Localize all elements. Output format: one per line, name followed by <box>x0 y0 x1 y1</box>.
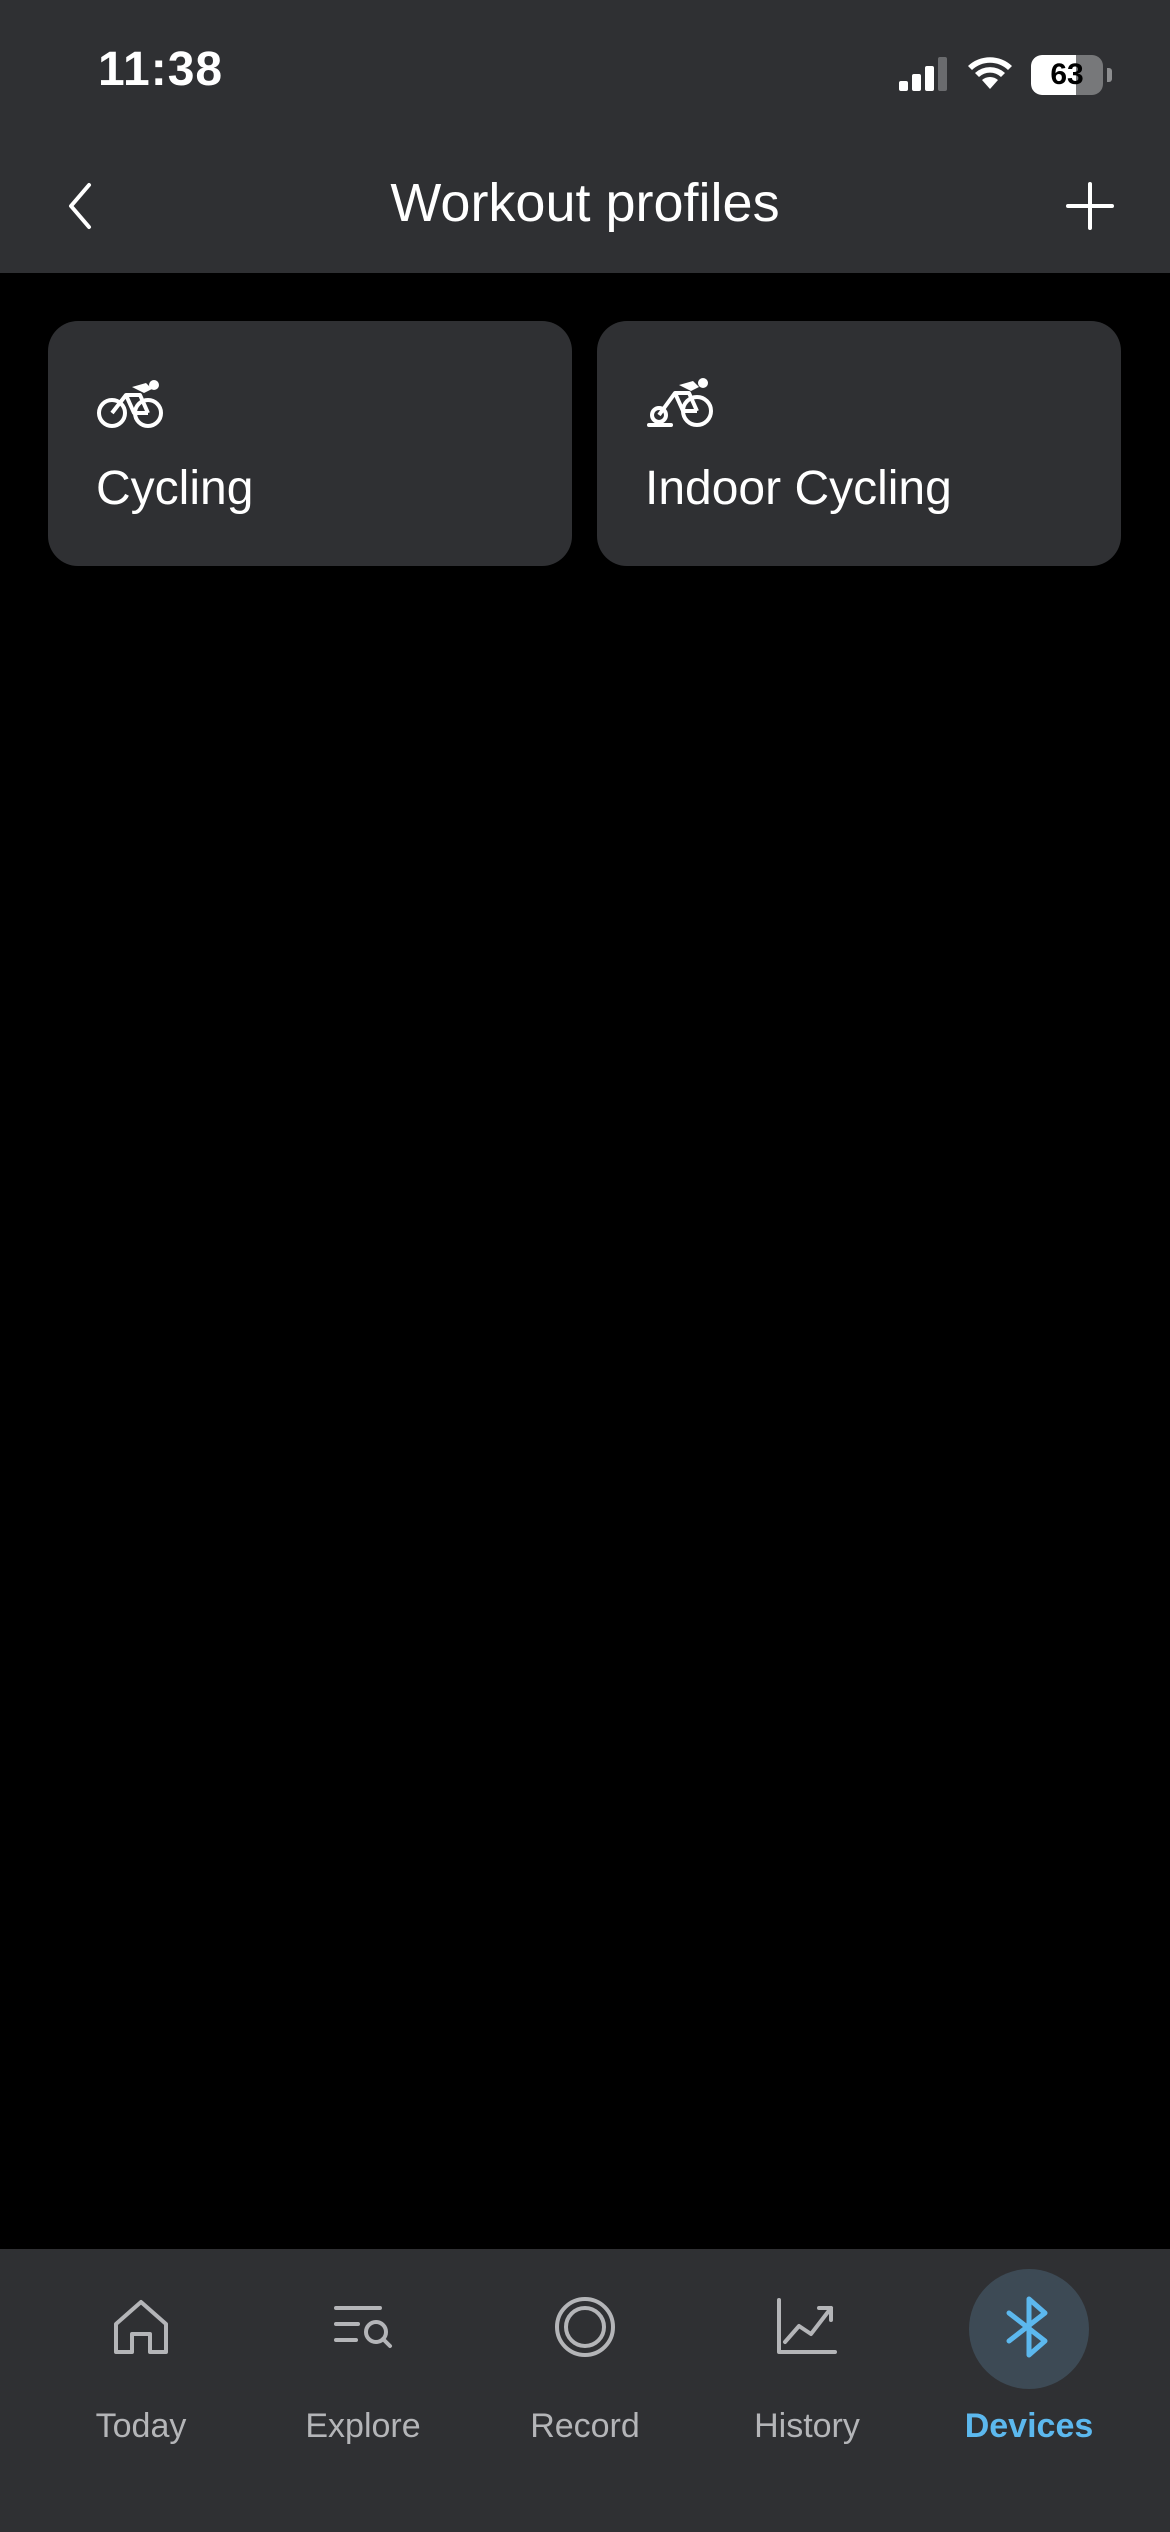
tab-today[interactable]: Today <box>30 2259 252 2459</box>
add-profile-button[interactable] <box>1050 168 1130 248</box>
tab-label: Explore <box>305 2407 421 2445</box>
cellular-signal-icon <box>899 55 949 96</box>
profile-card-indoor-cycling[interactable]: Indoor Cycling <box>597 321 1121 566</box>
profile-label: Cycling <box>96 462 254 515</box>
profile-label: Indoor Cycling <box>645 462 952 515</box>
chart-line-icon <box>775 2296 839 2363</box>
battery-nub <box>1107 68 1112 82</box>
wifi-icon <box>967 55 1013 96</box>
tab-label: History <box>754 2407 860 2445</box>
tab-record[interactable]: Record <box>474 2259 696 2459</box>
tab-label: Today <box>95 2407 187 2445</box>
page-title: Workout profiles <box>390 173 780 233</box>
active-tab-pill <box>969 2269 1089 2389</box>
record-icon <box>553 2295 617 2364</box>
tab-label: Devices <box>964 2407 1094 2445</box>
status-icons: 63 <box>899 52 1112 98</box>
explore-search-icon <box>332 2296 394 2363</box>
profile-card-cycling[interactable]: Cycling <box>48 321 572 566</box>
bluetooth-icon <box>1001 2293 1057 2366</box>
status-time: 11:38 <box>98 43 224 96</box>
indoor-bike-icon <box>645 377 715 429</box>
profile-grid: Cycling Indoor Cycling <box>48 321 1122 566</box>
screen: 11:38 63 Workout profiles Cycling Indoor… <box>0 0 1170 2532</box>
battery-indicator: 63 <box>1031 55 1103 95</box>
tab-explore[interactable]: Explore <box>252 2259 474 2459</box>
battery-level: 63 <box>1050 58 1084 91</box>
home-icon <box>110 2296 172 2363</box>
chevron-left-icon <box>65 181 95 236</box>
tab-label: Record <box>530 2407 640 2445</box>
tab-devices[interactable]: Devices <box>918 2259 1140 2459</box>
tab-history[interactable]: History <box>696 2259 918 2459</box>
tab-bar: Today Explore Record History Devices <box>0 2249 1170 2532</box>
back-button[interactable] <box>50 168 110 248</box>
plus-icon <box>1064 180 1116 237</box>
bicycle-icon <box>96 377 166 429</box>
top-bar: 11:38 63 Workout profiles <box>0 0 1170 273</box>
